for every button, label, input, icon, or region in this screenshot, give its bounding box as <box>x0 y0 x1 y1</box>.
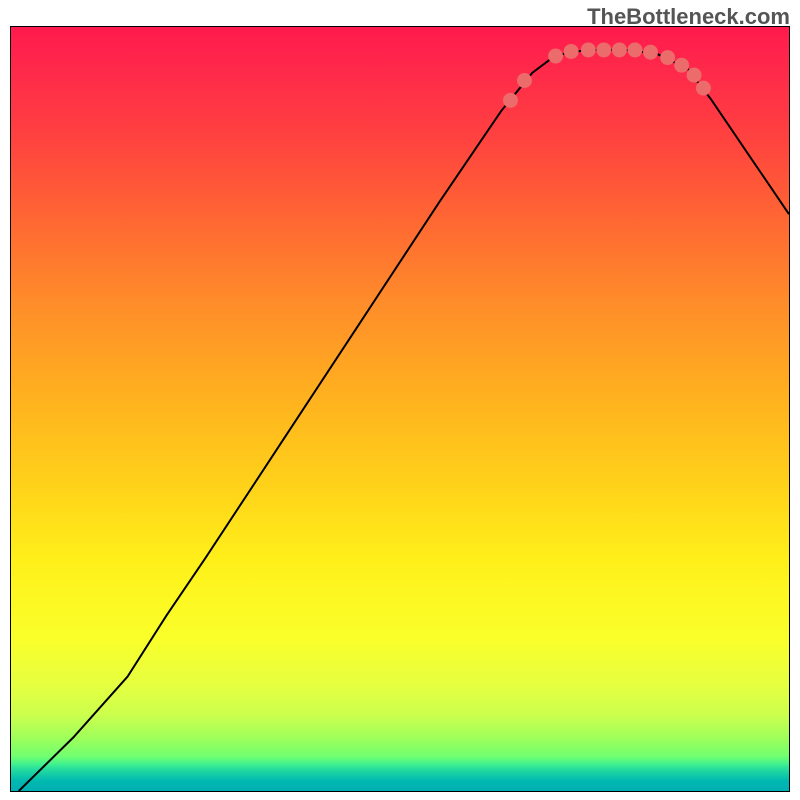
curve-dot <box>687 68 702 83</box>
curve-dot <box>596 42 611 57</box>
plot-area <box>10 26 790 792</box>
curve-dot <box>517 73 532 88</box>
curve-dot <box>548 49 563 64</box>
curve-layer <box>11 27 789 791</box>
curve-dots <box>503 42 711 107</box>
attribution-text: TheBottleneck.com <box>587 4 790 30</box>
chart-container: TheBottleneck.com <box>0 0 800 800</box>
curve-dot <box>627 42 642 57</box>
bottleneck-curve <box>19 50 789 791</box>
curve-dot <box>660 50 675 65</box>
curve-dot <box>674 58 689 73</box>
curve-dot <box>643 45 658 60</box>
curve-dot <box>503 93 518 108</box>
curve-dot <box>696 81 711 96</box>
curve-dot <box>581 42 596 57</box>
curve-dot <box>564 44 579 59</box>
curve-dot <box>612 42 627 57</box>
